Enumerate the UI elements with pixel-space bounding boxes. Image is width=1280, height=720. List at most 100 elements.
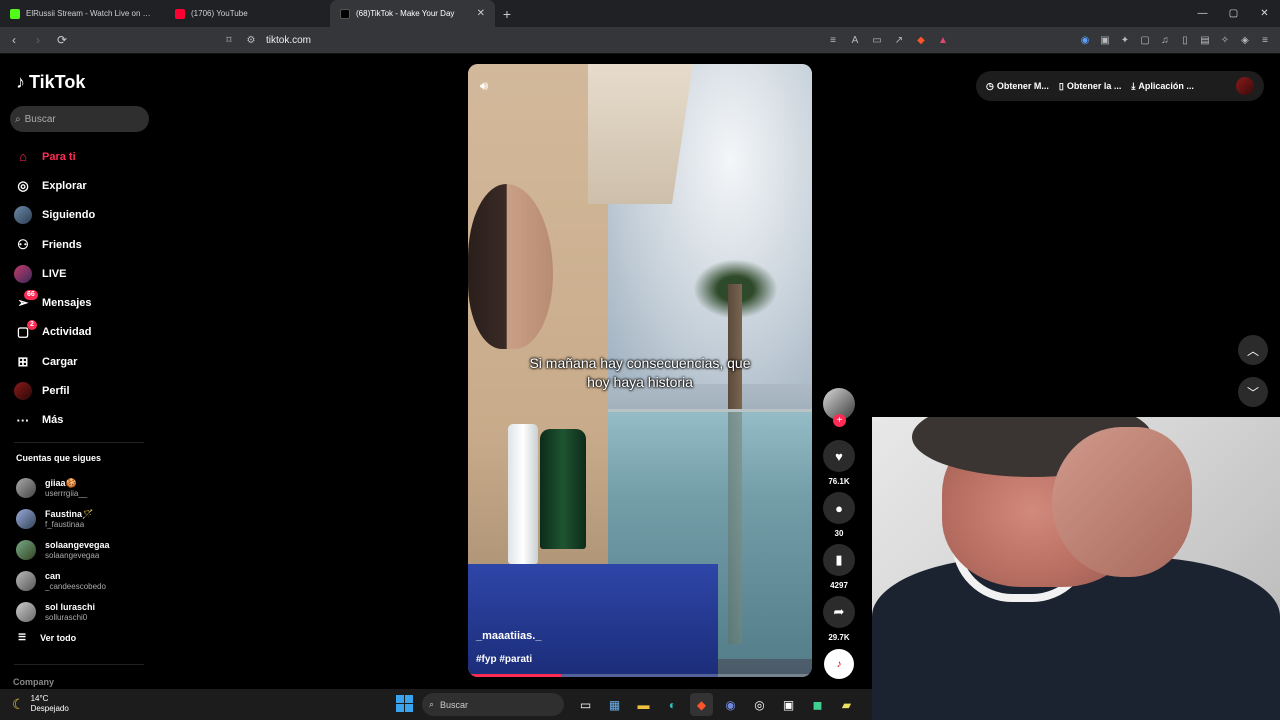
sidebar-item-label: Siguiendo: [42, 209, 96, 222]
taskbar-search[interactable]: ⌕ Buscar: [422, 693, 564, 716]
creator-avatar[interactable]: +: [823, 388, 855, 427]
tiktok-logo[interactable]: ♪ TikTok: [16, 72, 85, 93]
tab-youtube[interactable]: (1706) YouTube: [165, 0, 330, 27]
following-item[interactable]: solaangevegaa solaangevegaa: [16, 534, 110, 565]
video-hashtags[interactable]: #fyp #parati: [476, 654, 532, 665]
terminal-icon[interactable]: ▣: [777, 693, 800, 716]
following-item[interactable]: giiaa🍪 userrrgiia__: [16, 472, 110, 503]
taskbar-apps: ▭ ▦ ▬ ◐ ◆ ◉ ◎ ▣ ◼ ▰: [574, 693, 858, 716]
tab-tiktok[interactable]: (68)TikTok - Make Your Day ✕: [330, 0, 495, 27]
brave-shield-icon[interactable]: ◆: [914, 30, 928, 50]
sidebar-nav: ⌂ Para ti ◎ Explorar Siguiendo ⚇ Friends…: [14, 142, 95, 435]
screenshot-icon[interactable]: ▢: [1138, 30, 1152, 50]
rewards-icon[interactable]: ▲: [936, 30, 950, 50]
start-tile: [405, 704, 413, 712]
leo-icon[interactable]: ✧: [1218, 30, 1232, 50]
see-all-link[interactable]: ☰ Ver todo: [18, 632, 76, 643]
get-app-button[interactable]: ▯ Obtener la ...: [1059, 81, 1121, 92]
webcam-hand: [1052, 427, 1192, 577]
store-icon[interactable]: ▦: [603, 693, 626, 716]
menu-icon[interactable]: ≡: [1258, 30, 1272, 50]
user-avatar[interactable]: [1236, 77, 1254, 95]
following-username: solluraschi0: [45, 612, 88, 622]
vpn-icon[interactable]: ◈: [1238, 30, 1252, 50]
start-button[interactable]: [396, 695, 413, 712]
like-button[interactable]: ♥ 76.1K: [822, 440, 856, 487]
sidebar-item-actividad[interactable]: ▢ 2 Actividad: [14, 318, 95, 347]
weather-condition: Despejado: [30, 704, 69, 713]
video-author[interactable]: _maaatiias._: [476, 630, 541, 642]
sidebar-item-para-ti[interactable]: ⌂ Para ti: [14, 142, 95, 171]
close-tab-icon[interactable]: ✕: [477, 8, 485, 19]
task-view-icon[interactable]: ▭: [574, 693, 597, 716]
kick-favicon-icon: [10, 8, 20, 19]
start-tile: [405, 695, 413, 703]
see-all-label: Ver todo: [40, 632, 77, 643]
following-item[interactable]: Faustina🪄 f_faustinaa: [16, 503, 110, 534]
new-tab-button[interactable]: +: [495, 6, 519, 22]
sidebar-item-explorar[interactable]: ◎ Explorar: [14, 171, 95, 200]
save-button[interactable]: ▮ 4297: [822, 544, 856, 591]
share-button[interactable]: ➦ 29.7K: [822, 596, 856, 643]
audio-icon[interactable]: ◉: [1078, 30, 1092, 50]
comment-button[interactable]: ● 30: [822, 492, 856, 539]
video-player[interactable]: 🔊︎ ··· Si mañana hay consecuencias, que …: [468, 64, 812, 677]
app-icon[interactable]: ◼: [806, 693, 829, 716]
search-input[interactable]: ⌕ Buscar: [10, 106, 149, 132]
forward-icon[interactable]: ›: [28, 30, 48, 50]
music-icon[interactable]: ♫: [1158, 30, 1172, 50]
cast-icon[interactable]: ▭: [870, 30, 884, 50]
file-explorer-icon[interactable]: ▬: [632, 693, 655, 716]
brave-icon[interactable]: ◆: [690, 693, 713, 716]
sidebar-item-mas[interactable]: ··· Más: [14, 406, 95, 435]
extensions-bar: ◉ ▣ ✦ ▢ ♫ ▯ ▤ ✧ ◈ ≡: [1078, 30, 1272, 50]
following-item[interactable]: can _candeescobedo: [16, 565, 110, 596]
close-window-icon[interactable]: ✕: [1249, 0, 1280, 27]
browser-tab-bar: ElRussii Stream - Watch Live on Kick (17…: [0, 0, 1280, 27]
more-options-icon[interactable]: ···: [785, 76, 800, 90]
back-icon[interactable]: ‹: [4, 30, 24, 50]
reader-icon[interactable]: ≡: [826, 30, 840, 50]
bookmark-icon[interactable]: ⌑: [222, 33, 236, 47]
extension-icon[interactable]: ▣: [1098, 30, 1112, 50]
edge-icon[interactable]: ◐: [661, 693, 684, 716]
coin-icon: ◷: [986, 80, 994, 91]
sidebar-item-cargar[interactable]: ⊞ Cargar: [14, 347, 95, 376]
sidebar-item-siguiendo[interactable]: Siguiendo: [14, 201, 95, 230]
sidebar-item-perfil[interactable]: Perfil: [14, 376, 95, 405]
puzzle-icon[interactable]: ✦: [1118, 30, 1132, 50]
discord-icon[interactable]: ◉: [719, 693, 742, 716]
minimize-icon[interactable]: —: [1187, 0, 1218, 27]
wallet-icon[interactable]: ▤: [1198, 30, 1212, 50]
notes-icon[interactable]: ▰: [835, 693, 858, 716]
sidebar-item-label: Perfil: [42, 385, 70, 398]
next-video-button[interactable]: ﹀: [1238, 377, 1268, 407]
previous-video-button[interactable]: ︿: [1238, 335, 1268, 365]
volume-icon[interactable]: 🔊︎: [480, 78, 488, 94]
desktop-app-button[interactable]: ⤓ Aplicación ...: [1131, 81, 1194, 92]
weather-widget[interactable]: ☾ 14°C Despejado: [12, 694, 69, 714]
video-progress-bar[interactable]: [468, 674, 812, 677]
avatar: [16, 601, 36, 622]
sidebar-item-live[interactable]: LIVE: [14, 259, 95, 288]
sidebar: ♪ TikTok ⌕ Buscar ⌂ Para ti ◎ Explorar S…: [0, 54, 160, 690]
music-disc-icon[interactable]: ♪: [824, 649, 854, 679]
steam-icon[interactable]: ◎: [748, 693, 771, 716]
download-icon: ⤓: [1131, 80, 1136, 91]
sidebar-item-mensajes[interactable]: ➢ 66 Mensajes: [14, 288, 95, 317]
url-text[interactable]: tiktok.com: [266, 35, 311, 46]
tab-kick[interactable]: ElRussii Stream - Watch Live on Kick: [0, 0, 165, 27]
site-info-icon[interactable]: ⚙: [244, 33, 258, 47]
sidebar-item-label: Actividad: [42, 326, 92, 339]
reload-icon[interactable]: ⟳: [52, 30, 72, 50]
following-item[interactable]: sol luraschi solluraschi0: [16, 596, 110, 627]
company-link[interactable]: Company: [13, 677, 54, 687]
share-icon[interactable]: ↗: [892, 30, 906, 50]
sidebar-item-friends[interactable]: ⚇ Friends: [14, 230, 95, 259]
following-name: solaangevegaa: [45, 539, 110, 550]
get-coins-button[interactable]: ◷ Obtener M...: [986, 81, 1049, 92]
maximize-icon[interactable]: ▢: [1218, 0, 1249, 27]
follow-plus-icon[interactable]: +: [833, 414, 846, 427]
translate-icon[interactable]: A: [848, 30, 862, 50]
sidebar-icon[interactable]: ▯: [1178, 30, 1192, 50]
